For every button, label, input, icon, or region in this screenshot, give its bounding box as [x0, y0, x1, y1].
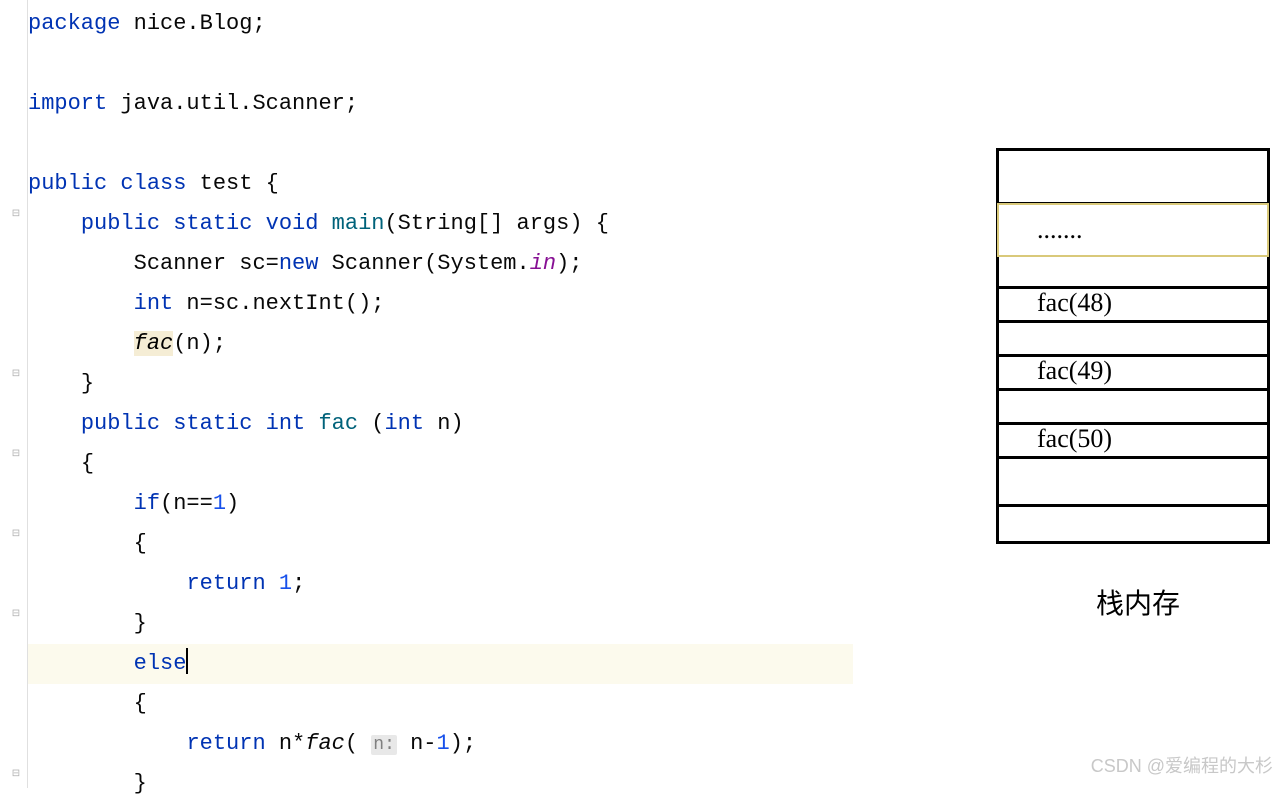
- code-text: (: [345, 731, 371, 756]
- watermark: CSDN @爱编程的大杉: [1091, 752, 1273, 778]
- code-text: n): [424, 411, 464, 436]
- code-text: (n);: [173, 331, 226, 356]
- stack-cell: fac(48): [999, 289, 1267, 323]
- fold-indicator[interactable]: ⊟: [10, 768, 22, 780]
- indent: [28, 211, 81, 236]
- code-text: }: [81, 371, 94, 396]
- indent: [28, 531, 134, 556]
- code-text: n=sc.nextInt();: [173, 291, 384, 316]
- method-fac: fac: [318, 411, 358, 436]
- code-text: Scanner sc=: [134, 251, 279, 276]
- fold-indicator[interactable]: ⊟: [10, 448, 22, 460]
- field-in: in: [530, 251, 556, 276]
- keyword-public: public: [81, 211, 160, 236]
- stack-cell: fac(49): [999, 357, 1267, 391]
- stack-cell-empty: [999, 391, 1267, 425]
- code-text: );: [556, 251, 582, 276]
- code-text: [107, 171, 120, 196]
- keyword-int: int: [134, 291, 174, 316]
- code-line-active[interactable]: else: [28, 644, 853, 684]
- text-cursor: [186, 648, 188, 674]
- keyword-new: new: [279, 251, 319, 276]
- code-line[interactable]: {: [28, 684, 1288, 724]
- fold-indicator[interactable]: ⊟: [10, 608, 22, 620]
- stack-cell: fac(50): [999, 425, 1267, 459]
- indent: [28, 691, 134, 716]
- indent: [28, 291, 134, 316]
- keyword-package: package: [28, 11, 120, 36]
- indent: [28, 451, 81, 476]
- number-literal: 1: [437, 731, 450, 756]
- keyword-static: static: [173, 211, 252, 236]
- keyword-void: void: [266, 211, 319, 236]
- keyword-int: int: [266, 411, 306, 436]
- stack-cell-empty: [999, 151, 1267, 205]
- code-line[interactable]: import java.util.Scanner;: [28, 84, 1288, 124]
- code-text: ): [226, 491, 239, 516]
- number-literal: 1: [279, 571, 292, 596]
- number-literal: 1: [213, 491, 226, 516]
- code-text: }: [134, 611, 147, 636]
- code-text: [266, 571, 279, 596]
- indent: [28, 731, 186, 756]
- stack-cell-empty: [999, 323, 1267, 357]
- editor-gutter: ⊟ ⊟ ⊟ ⊟ ⊟ ⊟: [0, 0, 28, 788]
- keyword-class: class: [120, 171, 186, 196]
- keyword-static: static: [173, 411, 252, 436]
- indent: [28, 491, 134, 516]
- indent: [28, 571, 186, 596]
- code-line[interactable]: package nice.Blog;: [28, 4, 1288, 44]
- keyword-public: public: [28, 171, 107, 196]
- code-text: n*: [266, 731, 306, 756]
- code-text: }: [134, 771, 147, 796]
- code-text: (n==: [160, 491, 213, 516]
- code-text: test {: [186, 171, 278, 196]
- stack-box: ....... fac(48) fac(49) fac(50): [996, 148, 1270, 544]
- keyword-else: else: [134, 651, 187, 676]
- code-line-empty[interactable]: [28, 44, 1288, 84]
- indent: [28, 331, 134, 356]
- stack-cell-empty: [999, 507, 1267, 541]
- indent: [28, 371, 81, 396]
- indent: [28, 251, 134, 276]
- keyword-if: if: [134, 491, 160, 516]
- keyword-int: int: [384, 411, 424, 436]
- stack-label: 栈内存: [1006, 582, 1270, 622]
- code-text: java.util.Scanner;: [107, 91, 358, 116]
- keyword-return: return: [186, 571, 265, 596]
- method-call-fac: fac: [134, 331, 174, 356]
- indent: [28, 771, 134, 796]
- code-text: {: [134, 531, 147, 556]
- code-text: (: [358, 411, 384, 436]
- code-text: (String[] args) {: [384, 211, 608, 236]
- code-text: n-: [397, 731, 437, 756]
- stack-diagram: ....... fac(48) fac(49) fac(50) 栈内存: [996, 148, 1270, 622]
- code-text: nice.Blog;: [120, 11, 265, 36]
- fold-indicator[interactable]: ⊟: [10, 208, 22, 220]
- indent: [28, 651, 134, 676]
- method-main: main: [332, 211, 385, 236]
- param-hint: n:: [371, 735, 397, 755]
- stack-cell-empty: [999, 255, 1267, 289]
- keyword-return: return: [186, 731, 265, 756]
- code-text: Scanner(System.: [318, 251, 529, 276]
- method-call-fac: fac: [305, 731, 345, 756]
- keyword-import: import: [28, 91, 107, 116]
- code-text: {: [81, 451, 94, 476]
- code-text: );: [450, 731, 476, 756]
- stack-cell-dots: .......: [997, 203, 1269, 257]
- code-text: {: [134, 691, 147, 716]
- indent: [28, 411, 81, 436]
- keyword-public: public: [81, 411, 160, 436]
- fold-indicator[interactable]: ⊟: [10, 368, 22, 380]
- code-text: ;: [292, 571, 305, 596]
- fold-indicator[interactable]: ⊟: [10, 528, 22, 540]
- stack-cell-empty: [999, 459, 1267, 507]
- indent: [28, 611, 134, 636]
